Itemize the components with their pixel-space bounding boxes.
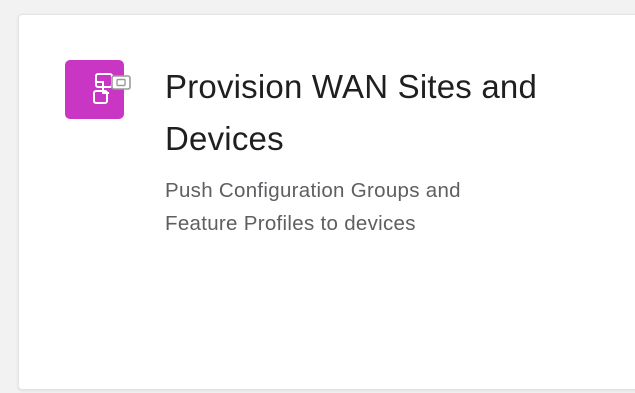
card-title: Provision WAN Sites and Devices bbox=[165, 68, 538, 157]
provision-devices-icon bbox=[65, 60, 147, 120]
card-description-line2: Feature Profiles to devices bbox=[165, 212, 416, 235]
card-description: Push Configuration Groups and Feature Pr… bbox=[165, 174, 565, 240]
card-description-line1: Push Configuration Groups and bbox=[165, 179, 461, 202]
provision-wan-card[interactable]: Provision WAN Sites and Devices Push Con… bbox=[18, 14, 635, 390]
